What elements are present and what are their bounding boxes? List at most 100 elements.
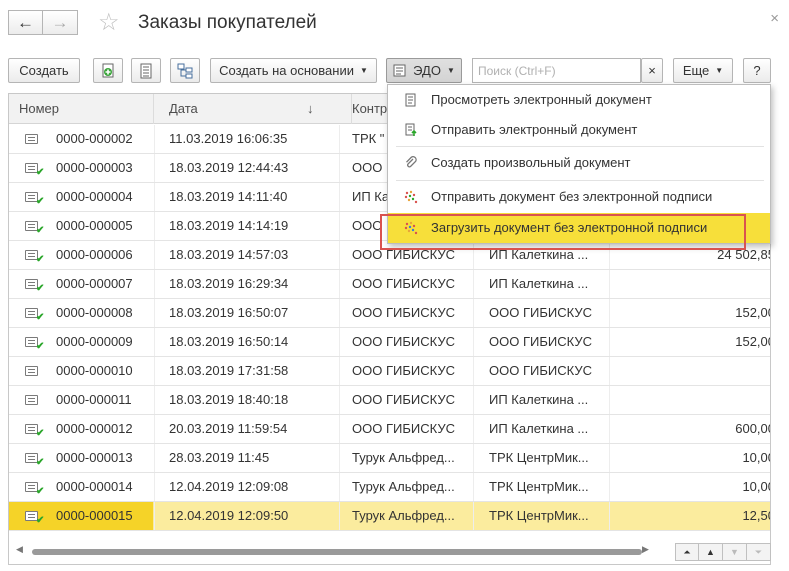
cell-contractor: ООО ГИБИСКУС [352,363,455,378]
list-view-button[interactable] [131,58,161,83]
column-header-date[interactable]: Дата [159,94,352,124]
annotation-highlight-box [380,214,746,250]
table-row[interactable]: 0000-000012 ✔ 20.03.2019 11:59:54 ООО ГИБИС… [9,415,770,444]
menu-item-view-edoc[interactable]: Просмотреть электронный документ [388,85,770,115]
scroll-left-icon[interactable]: ◀ [16,544,23,555]
column-divider [154,270,155,298]
scrollbar-thumb[interactable] [32,549,642,555]
scroll-right-icon[interactable]: ▶ [642,544,649,555]
hierarchy-icon [177,63,193,78]
search-input[interactable] [472,58,641,83]
column-divider [154,125,155,153]
cell-sum: 10,00 [742,450,770,465]
go-first-button[interactable]: ⏶ [675,543,699,561]
table-row[interactable]: 0000-000009 ✔ 18.03.2019 16:50:14 ООО ГИБИС… [9,328,770,357]
clear-icon: × [648,63,656,78]
orders-window: ← → ☆ Заказы покупателей × Создать Созда… [0,0,789,571]
table-row[interactable]: 0000-000014 ✔ 12.04.2019 12:09:08 Турук Аль… [9,473,770,502]
table-row[interactable]: 0000-000013 ✔ 28.03.2019 11:45 Турук Альфре… [9,444,770,473]
create-based-on-button[interactable]: Создать на основании ▼ [210,58,377,83]
cell-contractor: ООО ГИБИСКУС [352,334,455,349]
search-clear-button[interactable]: × [641,58,663,83]
column-divider [473,299,474,327]
column-divider [473,270,474,298]
cell-sum: 12,50 [742,508,770,523]
menu-item-send-edoc[interactable]: Отправить электронный документ [388,115,770,145]
help-icon: ? [753,63,761,78]
menu-item-label: Просмотреть электронный документ [431,92,652,107]
arrow-left-icon: ← [17,12,34,32]
check-icon: ✔ [36,312,45,323]
cell-organization: ТРК ЦентрМик... [489,479,589,494]
back-button[interactable]: ← [8,10,43,35]
cell-organization: ТРК ЦентрМик... [489,508,589,523]
document-icon [25,366,38,376]
menu-item-create-arbitrary[interactable]: Создать произвольный документ [388,148,770,178]
list-navigation: ⏶ ▲ ▼ ⏷ [675,543,771,561]
table-row[interactable]: 0000-000010 18.03.2019 17:31:58 ООО ГИБИСК… [9,357,770,386]
cell-sum: 152,00 [735,305,770,320]
menu-item-label: Создать произвольный документ [431,155,631,170]
arrow-right-icon: → [51,12,69,32]
cell-sum: 10,00 [742,479,770,494]
table-row[interactable]: 0000-000011 18.03.2019 18:40:18 ООО ГИБИСК… [9,386,770,415]
forward-button[interactable]: → [43,10,78,35]
column-header-number[interactable]: Номер [9,94,154,124]
cell-date: 12.04.2019 12:09:08 [169,479,289,494]
table-row[interactable]: 0000-000008 ✔ 18.03.2019 16:50:07 ООО ГИБИС… [9,299,770,328]
more-button[interactable]: Еще ▼ [673,58,733,83]
cell-sum [649,386,770,414]
structure-button[interactable] [170,58,200,83]
nav-buttons: ← → [8,10,78,35]
check-icon: ✔ [36,486,45,497]
dropdown-arrow-icon: ▼ [715,66,724,75]
help-button[interactable]: ? [743,58,771,83]
column-divider [154,154,155,182]
column-divider [154,357,155,385]
menu-item-label: Отправить электронный документ [431,122,638,137]
cell-contractor: Турук Альфред... [352,450,455,465]
table-row[interactable]: 0000-000015 ✔ 12.04.2019 12:09:50 Турук Аль… [9,502,770,531]
column-divider [473,502,474,530]
menu-separator [396,146,764,147]
cell-organization: ООО ГИБИСКУС [489,305,592,320]
column-divider [473,357,474,385]
cell-date: 11.03.2019 16:06:35 [169,131,288,146]
column-divider [154,502,155,530]
cell-sum [649,270,770,298]
column-divider [154,386,155,414]
send-unsigned-icon [404,190,418,204]
menu-item-send-unsigned[interactable]: Отправить документ без электронной подпи… [388,182,770,212]
cell-organization: ООО ГИБИСКУС [489,363,592,378]
check-icon: ✔ [36,225,45,236]
dropdown-arrow-icon: ▼ [446,66,455,75]
edo-icon [393,64,406,76]
go-last-button[interactable]: ⏷ [747,543,771,561]
more-button-label: Еще [682,63,710,78]
cell-organization: ИП Калеткина ... [489,392,589,407]
check-icon: ✔ [36,167,45,178]
column-divider [154,241,155,269]
table-row[interactable]: 0000-000007 ✔ 18.03.2019 16:29:34 ООО ГИБИС… [9,270,770,299]
go-previous-button[interactable]: ▲ [699,543,723,561]
column-divider [473,415,474,443]
column-divider [154,212,155,240]
column-divider [473,328,474,356]
cell-date: 28.03.2019 11:45 [169,450,270,465]
cell-sum [649,357,770,385]
copy-document-button[interactable] [93,58,123,83]
cell-organization: ИП Калеткина ... [489,276,589,291]
horizontal-scrollbar[interactable]: ◀ ▶ [8,544,649,558]
edo-button[interactable]: ЭДО ▼ [386,58,462,83]
cell-date: 18.03.2019 14:14:19 [169,218,289,233]
favorite-star-icon[interactable]: ☆ [98,10,120,36]
cell-contractor: ООО ГИБИСКУС [352,421,455,436]
close-icon[interactable]: × [770,10,779,27]
go-next-button[interactable]: ▼ [723,543,747,561]
check-icon: ✔ [36,254,45,265]
create-button[interactable]: Создать [8,58,80,83]
check-icon: ✔ [36,457,45,468]
menu-item-label: Отправить документ без электронной подпи… [431,189,713,204]
cell-contractor: Турук Альфред... [352,479,455,494]
cell-contractor: Турук Альфред... [352,508,455,523]
